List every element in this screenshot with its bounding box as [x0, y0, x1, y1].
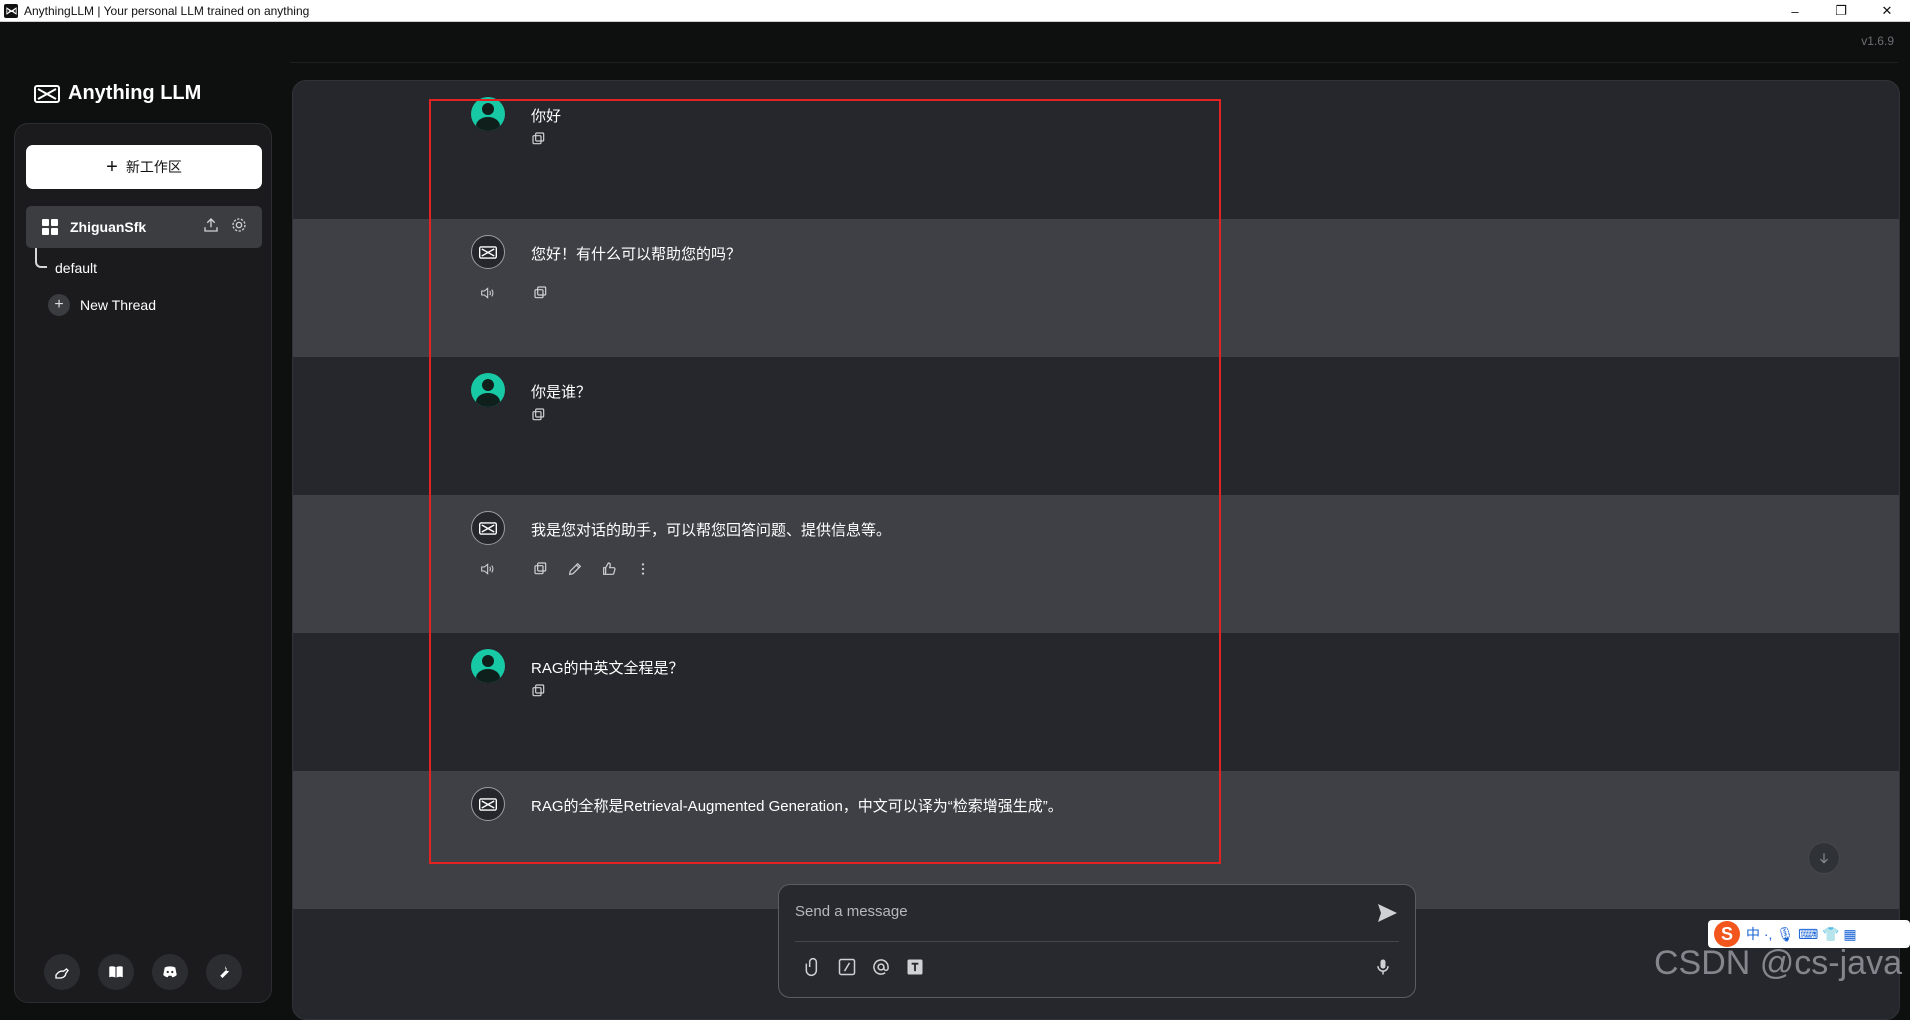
- copy-icon[interactable]: [531, 407, 547, 423]
- message-actions: [479, 285, 549, 301]
- user-avatar-icon: [471, 373, 505, 407]
- app-icon: [4, 3, 18, 18]
- discord-icon: [163, 966, 177, 978]
- assistant-avatar-icon: [471, 235, 505, 269]
- more-options-icon[interactable]: [635, 561, 651, 577]
- edit-pencil-icon[interactable]: [567, 561, 583, 577]
- microphone-icon[interactable]: [1373, 957, 1393, 977]
- scroll-to-bottom-button[interactable]: [1808, 842, 1840, 874]
- close-button[interactable]: ✕: [1864, 0, 1910, 22]
- speaker-icon[interactable]: [479, 561, 495, 577]
- assistant-message: 您好！有什么可以帮助您的吗？: [293, 219, 1899, 357]
- message-actions: [531, 683, 547, 699]
- watermark-text: CSDN @cs-java: [1654, 944, 1902, 982]
- docs-button[interactable]: [98, 954, 134, 990]
- user-message: RAG的中英文全程是？: [293, 633, 1899, 771]
- new-thread-label: New Thread: [80, 297, 157, 313]
- message-text: 你是谁？: [531, 384, 592, 401]
- gear-icon[interactable]: [230, 216, 248, 234]
- settings-button[interactable]: [206, 954, 242, 990]
- message-composer: [778, 884, 1416, 998]
- sidebar-footer: [15, 954, 271, 990]
- workspace-grid-icon: [42, 219, 58, 235]
- discord-button[interactable]: [152, 954, 188, 990]
- community-hub-button[interactable]: [44, 954, 80, 990]
- plus-icon: +: [48, 294, 70, 316]
- brand-name: Anything LLM: [68, 82, 202, 104]
- copy-icon[interactable]: [531, 131, 547, 147]
- thumbs-up-icon[interactable]: [601, 561, 617, 577]
- text-size-icon[interactable]: [905, 957, 925, 977]
- version-label: v1.6.9: [1861, 34, 1894, 48]
- workspace-item[interactable]: ZhiguanSfk: [26, 206, 262, 248]
- copy-icon[interactable]: [533, 285, 549, 301]
- sidebar: + 新工作区 ZhiguanSfk default + New Thread: [14, 123, 272, 1003]
- composer-divider: [795, 941, 1399, 942]
- message-text: RAG的中英文全程是？: [531, 660, 684, 677]
- brand-logo[interactable]: Anything LLM: [34, 82, 201, 105]
- message-actions: [531, 407, 547, 423]
- ime-items: 中 ·, 🎙 ⌨ 👕 ▦: [1746, 926, 1857, 942]
- community-hub-icon: [55, 968, 69, 979]
- upload-icon[interactable]: [202, 216, 220, 234]
- message-text: RAG的全称是Retrieval-Augmented Generation，中文…: [531, 798, 1063, 815]
- message-input[interactable]: [795, 899, 1335, 923]
- user-message: 你是谁？: [293, 357, 1899, 495]
- window-titlebar: AnythingLLM | Your personal LLM trained …: [0, 0, 1910, 22]
- message-actions: [531, 131, 547, 147]
- docs-book-icon: [109, 966, 123, 978]
- workspace-name: ZhiguanSfk: [70, 219, 147, 235]
- new-workspace-button[interactable]: + 新工作区: [26, 145, 262, 189]
- assistant-avatar-icon: [471, 787, 505, 821]
- minimize-button[interactable]: –: [1772, 0, 1818, 22]
- speaker-icon[interactable]: [479, 285, 495, 301]
- paperclip-icon[interactable]: [803, 957, 823, 977]
- top-divider: [290, 62, 1898, 63]
- settings-wrench-icon: [220, 966, 230, 978]
- assistant-message: 我是您对话的助手，可以帮您回答问题、提供信息等。: [293, 495, 1899, 633]
- new-workspace-label: 新工作区: [125, 159, 182, 175]
- copy-icon[interactable]: [533, 561, 549, 577]
- user-message: 你好: [293, 81, 1899, 219]
- copy-icon[interactable]: [531, 683, 547, 699]
- assistant-avatar-icon: [471, 511, 505, 545]
- arrow-down-icon: [1820, 853, 1828, 864]
- user-avatar-icon: [471, 649, 505, 683]
- maximize-button[interactable]: ❐: [1818, 0, 1864, 22]
- thread-item-default[interactable]: default: [55, 260, 97, 276]
- send-icon[interactable]: [1375, 901, 1399, 925]
- thread-tree-connector: [35, 248, 47, 268]
- message-text: 我是您对话的助手，可以帮您回答问题、提供信息等。: [531, 522, 892, 539]
- window-title: AnythingLLM | Your personal LLM trained …: [24, 3, 310, 18]
- new-thread-button[interactable]: + New Thread: [48, 294, 156, 316]
- message-text: 您好！有什么可以帮助您的吗？: [531, 246, 742, 263]
- plus-icon: +: [106, 156, 118, 178]
- user-avatar-icon: [471, 97, 505, 131]
- message-text: 你好: [531, 108, 562, 125]
- chat-panel: 你好您好！有什么可以帮助您的吗？ 你是谁？ 我是您对话的助手，可以帮您回答问题、提供…: [292, 80, 1900, 1020]
- at-mention-icon[interactable]: [871, 957, 891, 977]
- slash-command-icon[interactable]: [837, 957, 857, 977]
- anythingllm-logo-icon: [34, 84, 60, 103]
- message-actions: [479, 561, 651, 577]
